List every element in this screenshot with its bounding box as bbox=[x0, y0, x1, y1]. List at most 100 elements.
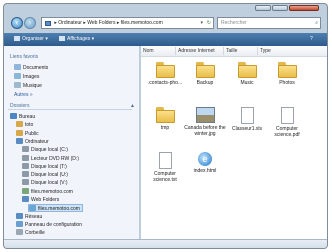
more-link[interactable]: Autres » bbox=[14, 91, 33, 99]
command-bar: Organiser ▾ Affichages ▾ ? bbox=[4, 33, 327, 46]
minimize-button[interactable] bbox=[255, 5, 271, 11]
tree-item[interactable]: Disque local (V:) bbox=[22, 179, 68, 187]
tree-item[interactable]: files.memotoo.com bbox=[22, 187, 73, 196]
status-bar bbox=[4, 239, 327, 248]
document-icon bbox=[280, 107, 294, 124]
tree-item-label: Corbeille bbox=[25, 230, 45, 237]
chevron-down-icon[interactable]: ▾ bbox=[200, 18, 203, 28]
help-icon[interactable]: ? bbox=[310, 35, 313, 44]
tree-item[interactable]: Web Folders bbox=[22, 196, 59, 204]
file-name: Classeur1.xls bbox=[231, 126, 262, 132]
folder-icon bbox=[155, 107, 175, 123]
tree-item-label: Disque local (U:) bbox=[31, 172, 68, 179]
tree-item-label: Web Folders bbox=[31, 197, 60, 203]
file-name: Computer science.pdf bbox=[274, 126, 300, 138]
breadcrumb-current[interactable]: files.memotoo.com bbox=[121, 20, 163, 26]
file-item[interactable]: Canada before the winter.jpg bbox=[183, 107, 227, 137]
close-button[interactable] bbox=[289, 5, 319, 11]
file-item[interactable]: Backup bbox=[183, 62, 227, 86]
divider bbox=[8, 109, 132, 110]
computer-icon bbox=[45, 21, 51, 26]
tree-item-label: Panneau de configuration bbox=[25, 221, 82, 228]
tree-item-label: Public bbox=[25, 130, 39, 137]
document-icon bbox=[158, 152, 172, 169]
favorite-images[interactable]: Images bbox=[14, 73, 39, 81]
tree-item[interactable]: toto bbox=[16, 121, 33, 129]
address-bar[interactable]: ▸ Ordinateur ▸ Web Folders ▸ files.memot… bbox=[41, 17, 214, 29]
organize-icon bbox=[14, 36, 20, 41]
file-name: index.html bbox=[193, 168, 217, 174]
tree-item[interactable]: Bureau bbox=[10, 113, 35, 121]
folder-icon bbox=[22, 146, 29, 153]
document-icon bbox=[240, 107, 254, 124]
tree-item-label: Disque local (T:) bbox=[31, 163, 67, 170]
folder-icon bbox=[16, 137, 23, 144]
tree-item[interactable]: Disque local (T:) bbox=[22, 162, 67, 171]
favorite-documents[interactable]: Documents bbox=[14, 64, 48, 72]
tree-item-label: toto bbox=[25, 122, 34, 129]
navigation-pane: Liens favoris Documents Images Musique A… bbox=[4, 46, 140, 239]
file-name: Computer science.txt bbox=[153, 171, 177, 183]
folder-icon bbox=[16, 212, 23, 219]
maximize-button[interactable] bbox=[272, 5, 288, 11]
title-bar bbox=[4, 4, 327, 13]
file-item[interactable]: Computer science.pdf bbox=[265, 107, 309, 138]
folder-icon bbox=[22, 171, 29, 178]
explorer-window: ‹ › ▸ Ordinateur ▸ Web Folders ▸ files.m… bbox=[3, 3, 328, 249]
breadcrumb-web-folders[interactable]: Web Folders bbox=[87, 20, 115, 26]
file-item[interactable]: e index.html bbox=[183, 152, 227, 174]
favorite-label: Documents bbox=[23, 65, 49, 71]
documents-icon bbox=[14, 64, 21, 70]
tree-item[interactable]: files.memotoo.com bbox=[28, 204, 83, 213]
views-button[interactable]: Affichages ▾ bbox=[59, 35, 94, 44]
favorite-music[interactable]: Musique bbox=[14, 82, 42, 90]
tree-item-label: files.memotoo.com bbox=[38, 206, 80, 213]
column-url[interactable]: Adresse Internet bbox=[175, 47, 223, 55]
tree-item[interactable]: Ordinateur bbox=[16, 137, 49, 146]
file-name: Backup bbox=[196, 80, 214, 86]
folder-icon bbox=[22, 162, 29, 169]
folder-icon bbox=[22, 196, 29, 202]
folder-icon bbox=[22, 154, 29, 161]
forward-button[interactable]: › bbox=[24, 17, 36, 29]
tree-item-label: Bureau bbox=[19, 114, 36, 120]
search-icon[interactable]: ⌕ bbox=[315, 18, 318, 29]
image-file-icon bbox=[195, 107, 215, 123]
tree-item-label: Disque local (C:) bbox=[31, 147, 68, 154]
organize-label: Organiser bbox=[22, 36, 44, 42]
music-icon bbox=[14, 82, 21, 88]
column-name[interactable]: Nom bbox=[141, 47, 175, 55]
internet-explorer-icon: e bbox=[198, 152, 212, 166]
folder-icon bbox=[22, 179, 29, 186]
tree-item[interactable]: Public bbox=[16, 129, 39, 138]
file-item[interactable]: Photos bbox=[265, 62, 309, 86]
tree-item[interactable]: Lecteur DVD RW (D:) bbox=[22, 154, 79, 163]
column-type[interactable]: Type bbox=[257, 47, 309, 55]
favorites-heading: Liens favoris bbox=[10, 54, 39, 60]
tree-item[interactable]: Disque local (C:) bbox=[22, 146, 68, 154]
organize-button[interactable]: Organiser ▾ bbox=[14, 35, 48, 44]
back-button[interactable]: ‹ bbox=[11, 17, 23, 29]
file-item[interactable]: tmp bbox=[143, 107, 187, 131]
tree-item-label: Disque local (V:) bbox=[31, 180, 68, 187]
tree-item[interactable]: Réseau bbox=[16, 212, 42, 221]
folder-icon bbox=[16, 229, 23, 236]
file-name: Music bbox=[240, 80, 254, 86]
tree-item[interactable]: Disque local (U:) bbox=[22, 171, 68, 179]
file-item[interactable]: .contacts-pho... bbox=[143, 62, 187, 86]
breadcrumb-computer[interactable]: Ordinateur bbox=[58, 20, 82, 26]
file-item[interactable]: Music bbox=[225, 62, 269, 86]
folder-icon bbox=[155, 62, 175, 78]
search-input[interactable]: Rechercher ⌕ bbox=[217, 17, 321, 29]
tree-item-label: Ordinateur bbox=[25, 138, 49, 145]
tree-item-label: Lecteur DVD RW (D:) bbox=[31, 155, 79, 162]
column-size[interactable]: Taille bbox=[223, 47, 257, 55]
refresh-icon[interactable]: ↻ bbox=[207, 18, 211, 28]
file-name: tmp bbox=[160, 125, 170, 131]
file-item[interactable]: Computer science.txt bbox=[143, 152, 187, 183]
file-item[interactable]: Classeur1.xls bbox=[225, 107, 269, 132]
tree-item[interactable]: Panneau de configuration bbox=[16, 220, 82, 229]
file-name: Canada before the winter.jpg bbox=[184, 125, 226, 137]
tree-item[interactable]: Corbeille bbox=[16, 229, 45, 237]
tree-item-label: files.memotoo.com bbox=[31, 188, 73, 195]
